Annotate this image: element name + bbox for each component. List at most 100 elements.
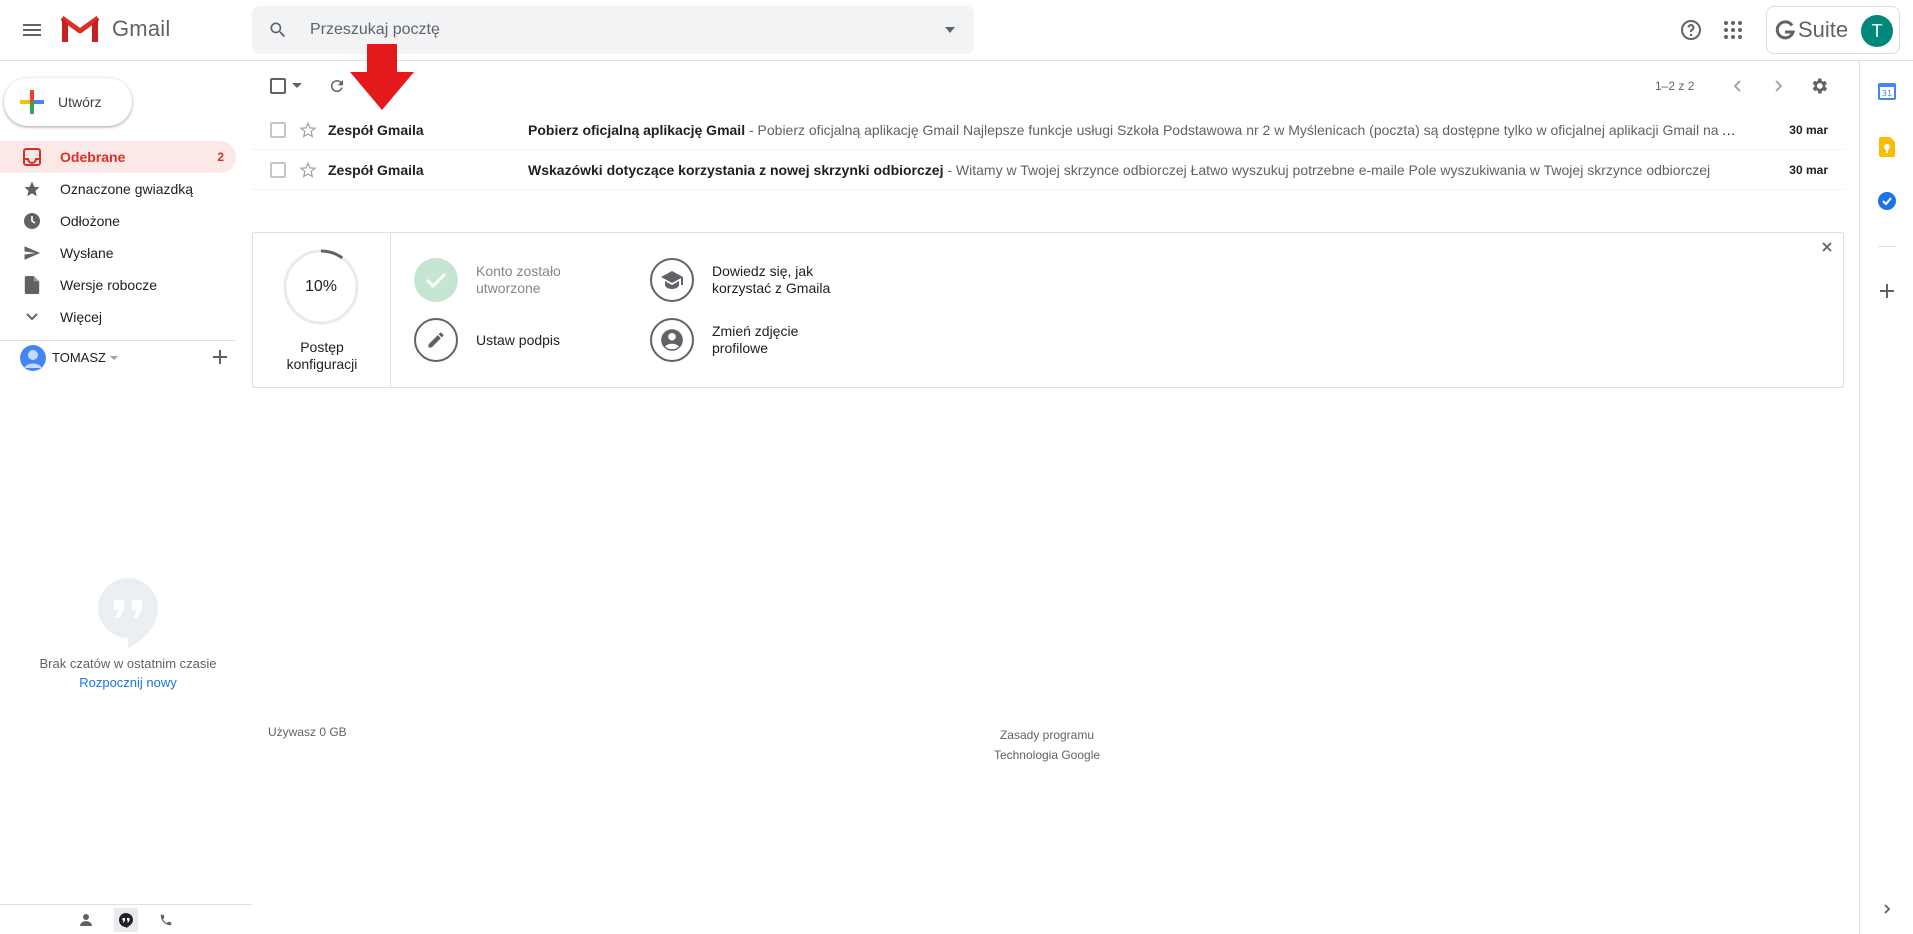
inbox-icon xyxy=(22,147,42,167)
star-outline-icon[interactable] xyxy=(299,121,317,139)
search-options-icon[interactable] xyxy=(944,24,956,36)
sidebar-item-drafts[interactable]: Wersje robocze xyxy=(0,269,236,301)
calendar-icon: 31 xyxy=(1878,83,1896,100)
side-panel-divider xyxy=(1878,246,1896,247)
compose-plus-icon xyxy=(20,90,44,114)
phone-icon xyxy=(160,914,172,925)
email-subject: Wskazówki dotyczące korzystania z nowej … xyxy=(528,162,944,178)
gsuite-account-button[interactable]: Suite T xyxy=(1766,6,1900,54)
setup-profile-photo[interactable]: Zmień zdjęcie profilowe xyxy=(650,318,842,362)
apps-grid-icon xyxy=(1724,21,1742,39)
sidebar-item-label: Odebrane xyxy=(60,149,126,165)
setup-item-line1: Zmień zdjęcie xyxy=(712,323,799,339)
email-list: Zespół Gmaila Pobierz oficjalną aplikacj… xyxy=(252,110,1844,190)
email-checkbox[interactable] xyxy=(270,162,286,178)
email-snippet: - Pobierz oficjalną aplikację Gmail Najl… xyxy=(745,122,1740,138)
conversations-button[interactable] xyxy=(114,907,138,932)
email-date: 30 mar xyxy=(1789,163,1828,177)
hangouts-icon xyxy=(98,578,158,648)
g-logo-icon xyxy=(1775,20,1795,40)
setup-item-text: Konto zostało utworzone xyxy=(476,263,606,297)
caret-down-icon[interactable] xyxy=(109,354,118,362)
gsuite-label: Suite xyxy=(1798,17,1849,42)
email-checkbox[interactable] xyxy=(270,122,286,138)
email-sender: Zespół Gmaila xyxy=(328,162,424,178)
avatar xyxy=(20,344,46,371)
chevron-down-icon xyxy=(22,307,42,327)
show-side-panel-button[interactable] xyxy=(1875,897,1899,921)
tasks-button[interactable] xyxy=(1875,189,1899,213)
setup-item-line1: Dowiedz się, jak xyxy=(712,263,814,279)
table-row[interactable]: Zespół Gmaila Wskazówki dotyczące korzys… xyxy=(252,150,1844,190)
email-subject: Pobierz oficjalną aplikację Gmail xyxy=(528,122,746,138)
refresh-icon[interactable] xyxy=(328,77,346,95)
select-all-checkbox[interactable] xyxy=(270,78,286,94)
graduation-cap-icon xyxy=(650,258,694,302)
sidebar-item-starred[interactable]: Oznaczone gwiazdką xyxy=(0,173,236,205)
gmail-logo-text: Gmail xyxy=(112,16,171,41)
policies-line2: Technologia Google xyxy=(993,748,1101,762)
policies-line1: Zasady programu xyxy=(999,728,1095,742)
main-menu-button[interactable] xyxy=(16,14,48,46)
tasks-icon xyxy=(1878,192,1896,210)
setup-learn-gmail[interactable]: Dowiedz się, jak korzystać z Gmaila xyxy=(650,258,842,302)
setup-item-text: Zmień zdjęcie profilowe xyxy=(712,323,842,357)
sidebar-item-more[interactable]: Więcej xyxy=(0,301,236,333)
email-content: Wskazówki dotyczące korzystania z nowej … xyxy=(528,162,1740,178)
hamburger-icon xyxy=(23,24,41,36)
top-bar: Gmail Suite T xyxy=(0,0,1913,61)
help-button[interactable] xyxy=(1675,14,1707,46)
hangouts-bottom-bar xyxy=(0,904,252,934)
program-policies-link[interactable]: Zasady programu Technologia Google xyxy=(976,725,1118,765)
hangouts-chat-icon xyxy=(119,912,133,928)
setup-item-line2: utworzone xyxy=(476,280,541,296)
red-arrow-annotation-icon xyxy=(350,44,414,110)
add-icon[interactable] xyxy=(212,349,228,365)
hangouts-user[interactable]: TOMASZ xyxy=(0,340,236,374)
google-apps-button[interactable] xyxy=(1717,14,1749,46)
help-icon xyxy=(1681,20,1701,40)
setup-progress-panel: 10% Postęp konfiguracji xyxy=(253,233,391,387)
close-icon[interactable] xyxy=(1821,241,1833,253)
sidebar-item-sent[interactable]: Wysłane xyxy=(0,237,236,269)
sidebar-item-snoozed[interactable]: Odłożone xyxy=(0,205,236,237)
pencil-icon xyxy=(414,318,458,362)
account-avatar[interactable]: T xyxy=(1861,15,1893,47)
compose-button[interactable]: Utwórz xyxy=(4,78,132,126)
chevron-right-icon xyxy=(1884,904,1891,914)
email-content: Pobierz oficjalną aplikację Gmail - Pobi… xyxy=(528,122,1740,138)
search-icon[interactable] xyxy=(268,20,288,40)
progress-percent: 10% xyxy=(304,278,338,295)
search-input[interactable] xyxy=(308,18,868,42)
get-addons-button[interactable] xyxy=(1875,279,1899,303)
calendar-button[interactable]: 31 xyxy=(1875,79,1899,103)
star-outline-icon[interactable] xyxy=(299,161,317,179)
phone-button[interactable] xyxy=(154,908,178,932)
draft-icon xyxy=(22,275,42,295)
email-snippet: - Witamy w Twojej skrzynce odbiorczej Ła… xyxy=(943,162,1711,178)
setup-item-line2: korzystać z Gmaila xyxy=(712,280,831,296)
send-icon xyxy=(22,243,42,263)
chevron-right-icon[interactable] xyxy=(1770,78,1786,94)
sidebar-item-label: Oznaczone gwiazdką xyxy=(60,181,194,197)
pagination-text: 1–2 z 2 xyxy=(1655,79,1695,93)
side-panel: 31 xyxy=(1859,61,1913,934)
gmail-logo[interactable]: Gmail xyxy=(60,14,170,44)
setup-item-line2: profilowe xyxy=(712,340,769,356)
keep-button[interactable] xyxy=(1875,135,1899,159)
compose-label: Utwórz xyxy=(58,94,102,110)
plus-icon xyxy=(1880,284,1894,298)
select-menu-icon[interactable] xyxy=(292,83,302,89)
no-chats-text: Brak czatów w ostatnim czasie xyxy=(39,656,217,671)
setup-progress-card: 10% Postęp konfiguracji Konto zostało ut… xyxy=(252,232,1844,388)
setup-signature[interactable]: Ustaw podpis xyxy=(414,318,606,362)
sidebar-item-inbox[interactable]: Odebrane 2 xyxy=(0,141,236,173)
chevron-left-icon[interactable] xyxy=(1730,78,1746,94)
table-row[interactable]: Zespół Gmaila Pobierz oficjalną aplikacj… xyxy=(252,110,1844,150)
start-new-chat-link[interactable]: Rozpocznij nowy xyxy=(0,675,256,690)
user-name: TOMASZ xyxy=(52,350,106,365)
gear-icon[interactable] xyxy=(1809,76,1829,96)
person-avatar-icon xyxy=(20,344,46,371)
person-icon xyxy=(80,913,92,926)
contacts-button[interactable] xyxy=(74,908,98,932)
